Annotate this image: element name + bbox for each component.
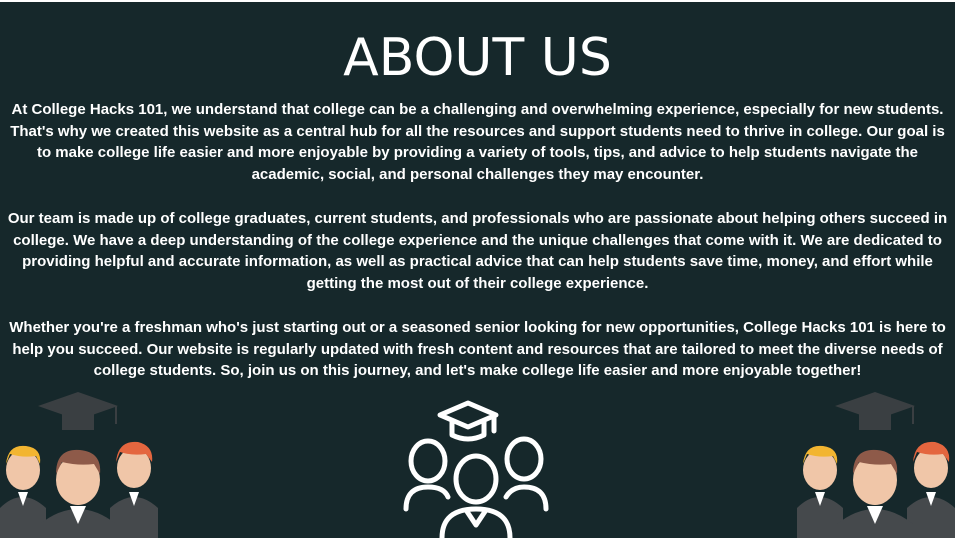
- about-us-page: ABOUT US At College Hacks 101, we unders…: [0, 2, 955, 538]
- team-paragraph: Our team is made up of college graduates…: [7, 210, 948, 292]
- graduates-group-icon: [797, 392, 955, 538]
- graduates-outline-icon: [403, 400, 549, 538]
- intro-paragraph: At College Hacks 101, we understand that…: [10, 101, 945, 183]
- closing-paragraph: Whether you're a freshman who's just sta…: [9, 319, 946, 379]
- graduates-group-icon: [0, 392, 158, 538]
- page-title: ABOUT US: [343, 28, 612, 88]
